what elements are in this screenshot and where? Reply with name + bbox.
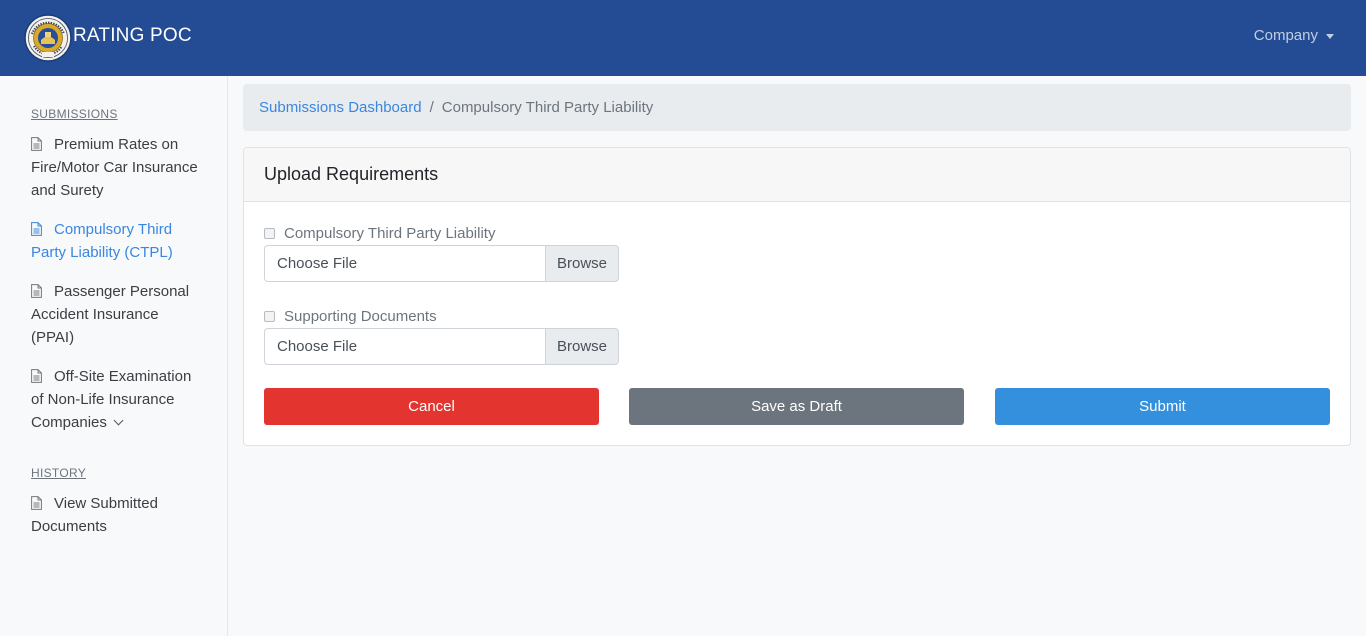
document-icon: [31, 369, 42, 383]
supporting-docs-file-upload: Choose File Browse: [264, 328, 619, 365]
sidebar-item-label: Passenger Personal Accident Insurance (P…: [31, 283, 190, 346]
ctpl-file-input[interactable]: Choose File: [264, 245, 545, 282]
upload-requirements-card: Upload Requirements Compulsory Third Par…: [243, 147, 1351, 446]
submit-button[interactable]: Submit: [995, 388, 1330, 425]
ctpl-browse-button[interactable]: Browse: [545, 245, 619, 282]
insurance-commission-seal-logo: [24, 14, 72, 62]
sidebar-item-label: Compulsory Third Party Liability (CTPL): [31, 221, 173, 261]
caret-down-icon: [1326, 33, 1334, 39]
company-dropdown-label: Company: [1253, 27, 1318, 44]
card-title: Upload Requirements: [244, 148, 1350, 202]
sidebar-item-premium-rates[interactable]: Premium Rates on Fire/Motor Car Insuranc…: [31, 133, 201, 202]
cancel-button[interactable]: Cancel: [264, 388, 599, 425]
breadcrumb-current-page: Compulsory Third Party Liability: [441, 99, 654, 116]
save-as-draft-button[interactable]: Save as Draft: [629, 388, 964, 425]
sidebar-item-ctpl[interactable]: Compulsory Third Party Liability (CTPL): [31, 218, 201, 264]
ctpl-checkbox-row[interactable]: Compulsory Third Party Liability: [264, 225, 495, 242]
breadcrumb: Submissions Dashboard / Compulsory Third…: [243, 84, 1351, 131]
sidebar: SUBMISSIONS Premium Rates on Fire/Motor …: [0, 76, 228, 636]
brand-link[interactable]: RATING POC: [24, 14, 192, 62]
sidebar-item-off-site-examination[interactable]: Off-Site Examination of Non-Life Insuran…: [31, 365, 201, 434]
document-icon: [31, 496, 42, 510]
ctpl-checkbox-label: Compulsory Third Party Liability: [284, 225, 496, 242]
sidebar-item-label: Off-Site Examination of Non-Life Insuran…: [31, 368, 192, 431]
supporting-docs-checkbox-row[interactable]: Supporting Documents: [264, 308, 437, 325]
sidebar-heading-submissions: SUBMISSIONS: [31, 107, 118, 121]
ctpl-checkbox[interactable]: [264, 228, 275, 239]
breadcrumb-separator: /: [429, 99, 434, 116]
document-icon: [31, 284, 42, 298]
ctpl-file-upload: Choose File Browse: [264, 245, 619, 282]
supporting-docs-browse-button[interactable]: Browse: [545, 328, 619, 365]
chevron-down-icon[interactable]: [113, 415, 124, 426]
company-dropdown-toggle[interactable]: Company: [1254, 27, 1334, 44]
supporting-docs-checkbox-label: Supporting Documents: [284, 308, 437, 325]
sidebar-item-label: View Submitted Documents: [31, 495, 158, 535]
sidebar-item-label: Premium Rates on Fire/Motor Car Insuranc…: [31, 136, 198, 199]
top-navbar: RATING POC Company: [0, 0, 1366, 76]
breadcrumb-link-submissions-dashboard[interactable]: Submissions Dashboard: [259, 99, 422, 116]
supporting-docs-file-input[interactable]: Choose File: [264, 328, 545, 365]
document-icon: [31, 222, 42, 236]
sidebar-item-ppai[interactable]: Passenger Personal Accident Insurance (P…: [31, 280, 201, 349]
supporting-docs-checkbox[interactable]: [264, 311, 275, 322]
sidebar-heading-history: HISTORY: [31, 466, 87, 480]
app-title: RATING POC: [73, 25, 192, 46]
sidebar-item-view-submitted-documents[interactable]: View Submitted Documents: [31, 492, 201, 538]
document-icon: [31, 137, 42, 151]
